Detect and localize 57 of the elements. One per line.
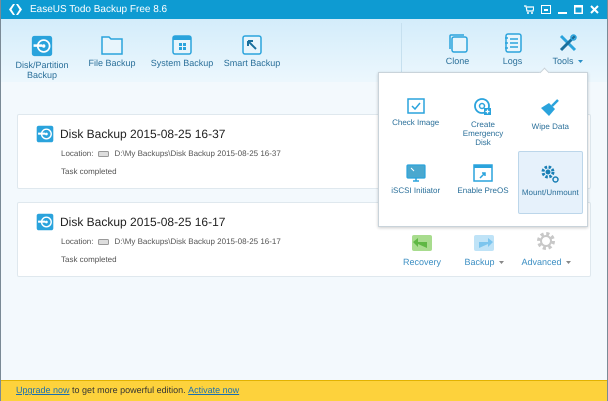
tools-menu-item[interactable]: Mount/Unmount	[518, 150, 583, 214]
gears-icon	[540, 164, 560, 184]
notebook-icon	[504, 33, 522, 53]
action-button[interactable]: Backup	[460, 230, 508, 270]
maximize-icon[interactable]	[574, 5, 583, 14]
location-label: Location:	[61, 236, 94, 248]
toolbar-button[interactable]: Disk/Partition Backup	[7, 35, 77, 80]
drive-icon	[98, 151, 110, 157]
window-icon	[172, 35, 192, 55]
tools-menu-label: Create Emergency Disk	[462, 120, 504, 147]
upgrade-message: Upgrade now to get more powerful edition. Activate now	[16, 384, 240, 398]
toolbar-button[interactable]: Clone	[430, 33, 485, 66]
footer-link[interactable]: Upgrade now	[16, 385, 70, 396]
tools-menu-item[interactable]: iSCSI Initiator	[383, 150, 448, 214]
toolbar-button[interactable]: Logs	[485, 33, 540, 66]
toolbar-button[interactable]: Smart Backup	[217, 35, 287, 68]
tools-menu-item[interactable]: Create Emergency Disk	[450, 85, 516, 148]
action-button[interactable]: Recovery	[398, 230, 446, 270]
disc-plus-icon	[474, 98, 492, 116]
tools-menu-item[interactable]: Enable PreOS	[450, 150, 516, 214]
window-title: EaseUS Todo Backup Free 8.6	[30, 3, 168, 17]
close-icon[interactable]	[590, 5, 599, 14]
cursor-icon	[242, 35, 262, 55]
cart-icon[interactable]	[524, 5, 534, 14]
window-icon[interactable]	[541, 5, 551, 14]
tools-menu-item[interactable]: Check Image	[383, 85, 448, 148]
task-status: Task completed	[60, 254, 118, 266]
tools-menu-item[interactable]: Wipe Data	[518, 85, 583, 148]
location-label: Location:	[61, 148, 94, 160]
tools-icon	[558, 33, 578, 53]
monitor-icon	[406, 164, 426, 182]
toolbar-label: Smart Backup	[224, 58, 280, 68]
toolbar-label: Disk/Partition Backup	[15, 60, 68, 80]
folder-icon	[101, 35, 123, 55]
brush-icon	[540, 98, 560, 118]
action-button[interactable]: Advanced	[522, 230, 570, 270]
tools-menu-label: iSCSI Initiator	[391, 186, 440, 194]
task-status: Task completed	[60, 166, 118, 178]
location-path: D:\My Backups\Disk Backup 2015-08-25 16-37	[114, 148, 281, 160]
tools-menu-label: Wipe Data	[532, 122, 569, 131]
toolbar-label: File Backup	[88, 58, 136, 68]
tools-menu-label: Enable PreOS	[457, 186, 509, 194]
backup-title: Disk Backup 2015-08-25 16-37	[60, 126, 226, 143]
toolbar-button[interactable]: File Backup	[77, 35, 147, 68]
copy-icon	[448, 33, 468, 53]
drive-icon	[98, 239, 110, 245]
location-path: D:\My Backups\Disk Backup 2015-08-25 16-17	[114, 236, 281, 248]
backup-title: Disk Backup 2015-08-25 16-17	[60, 214, 226, 231]
toolbar-button[interactable]: System Backup	[147, 35, 217, 68]
toolbar-label: System Backup	[150, 58, 214, 68]
tools-menu-label: Check Image	[392, 118, 440, 127]
logo-icon	[9, 4, 22, 15]
toolbar-button[interactable]: Tools	[540, 33, 595, 66]
footer-link[interactable]: Activate now	[188, 385, 240, 396]
gear-icon	[535, 230, 557, 252]
tools-menu-label: Mount/Unmount	[522, 188, 579, 196]
checkbox-icon	[406, 98, 425, 114]
